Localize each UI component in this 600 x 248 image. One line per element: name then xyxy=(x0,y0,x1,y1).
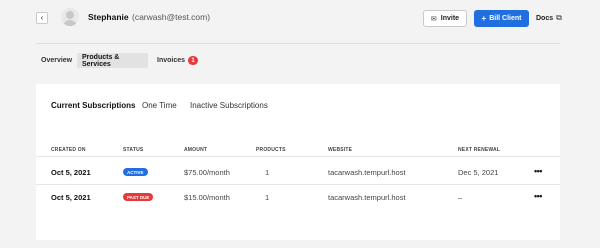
next-renewal-cell: – xyxy=(458,193,463,202)
subtab-inactive-subscriptions[interactable]: Inactive Subscriptions xyxy=(190,101,268,110)
row-divider xyxy=(36,184,560,185)
client-name: Stephanie xyxy=(88,12,129,22)
invite-button[interactable]: ✉ Invite xyxy=(423,10,467,27)
tab-invoices-label: Invoices xyxy=(157,57,186,64)
created-on-cell: Oct 5, 2021 xyxy=(51,193,91,202)
column-header-products: PRODUCTS xyxy=(256,147,286,153)
website-cell: tacarwash.tempurl.host xyxy=(328,168,406,177)
tab-overview-label: Overview xyxy=(41,57,73,64)
products-cell: 1 xyxy=(265,168,270,177)
tab-products-services[interactable]: Products & Services xyxy=(77,53,148,68)
docs-link[interactable]: Docs ⧉ xyxy=(536,13,562,23)
amount-cell: $75.00/month xyxy=(184,168,230,177)
envelope-icon: ✉ xyxy=(430,15,437,23)
header-divider xyxy=(36,43,560,44)
more-horizontal-icon[interactable]: ••• xyxy=(534,191,542,201)
column-header-amount: AMOUNT xyxy=(184,147,208,153)
column-header-status: STATUS xyxy=(123,147,144,153)
bill-client-button[interactable]: + Bill Client xyxy=(474,10,529,27)
plus-icon: + xyxy=(481,14,487,23)
more-horizontal-icon[interactable]: ••• xyxy=(534,166,542,176)
tab-overview[interactable]: Overview xyxy=(41,53,72,68)
invite-label: Invite xyxy=(440,15,460,22)
bill-client-label: Bill Client xyxy=(489,15,522,22)
status-badge: ACTIVE xyxy=(123,168,148,176)
subscriptions-panel: Current Subscriptions One Time Inactive … xyxy=(36,84,560,240)
subtab-current-subscriptions[interactable]: Current Subscriptions xyxy=(51,101,135,110)
invoices-count-badge: 1 xyxy=(188,56,199,65)
created-on-cell: Oct 5, 2021 xyxy=(51,168,91,177)
column-header-next-renewal: NEXT RENEWAL xyxy=(458,147,501,153)
products-cell: 1 xyxy=(265,193,270,202)
external-link-icon: ⧉ xyxy=(556,13,562,22)
status-badge: PAST DUE xyxy=(123,193,154,201)
client-email: (carwash@test.com) xyxy=(132,12,211,22)
website-cell: tacarwash.tempurl.host xyxy=(328,193,406,202)
chevron-left-icon: ‹ xyxy=(40,13,44,22)
column-header-website: WEBSITE xyxy=(328,147,353,153)
subtab-one-time[interactable]: One Time xyxy=(142,101,177,110)
tab-invoices[interactable]: Invoices 1 xyxy=(157,53,199,68)
column-header-created-on: CREATED ON xyxy=(51,147,86,153)
back-button[interactable]: ‹ xyxy=(36,12,48,24)
table-divider xyxy=(36,156,560,157)
tab-products-services-label: Products & Services xyxy=(82,53,120,68)
docs-label: Docs xyxy=(536,14,554,22)
amount-cell: $15.00/month xyxy=(184,193,230,202)
next-renewal-cell: Dec 5, 2021 xyxy=(458,168,499,177)
avatar xyxy=(61,8,79,26)
